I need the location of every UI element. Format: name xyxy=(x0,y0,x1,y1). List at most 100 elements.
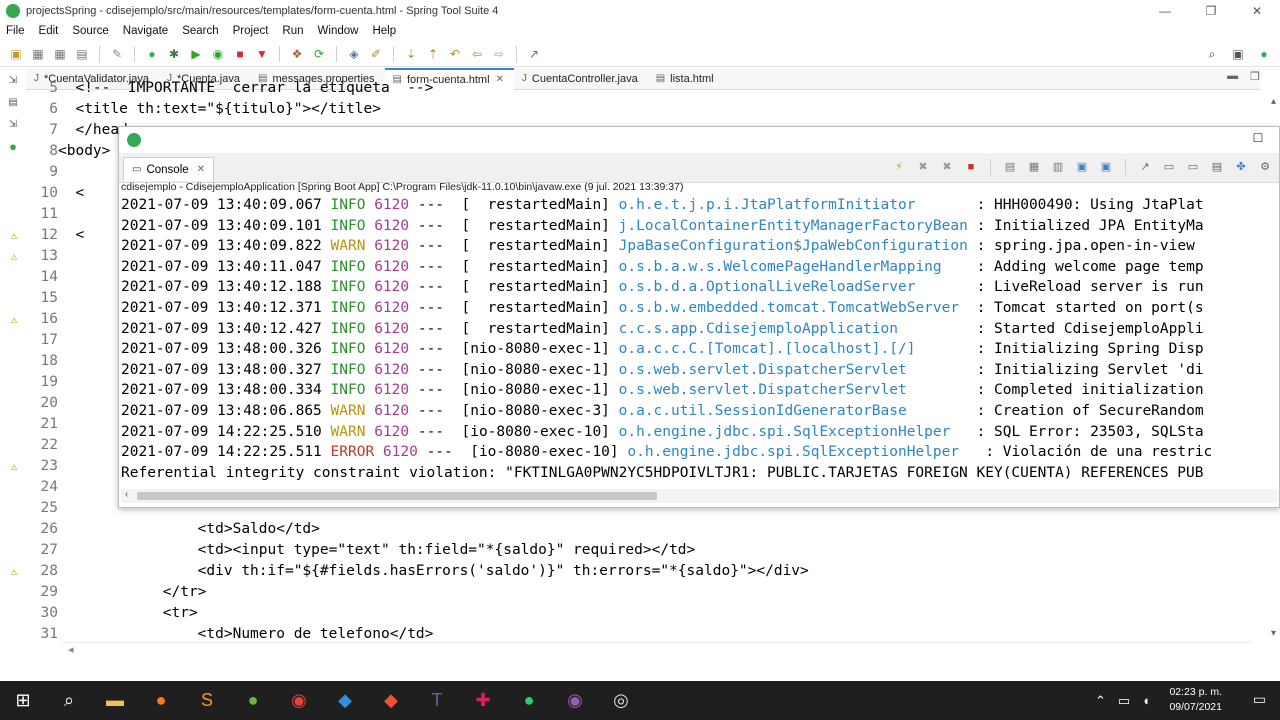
tab-cuentacontroller[interactable]: J CuentaController.java xyxy=(514,68,648,90)
code-line[interactable]: 24 xyxy=(26,477,58,498)
code-line[interactable]: 6 <title th:text="${titulo}"></title> xyxy=(26,99,381,120)
scroll-lock-icon[interactable]: ▦ xyxy=(1026,159,1042,175)
prev-annotation-icon[interactable]: ⇡ xyxy=(425,46,441,62)
pin-console-icon[interactable]: ↗ xyxy=(1137,159,1153,175)
show-hidden-icons-icon[interactable]: ⌃ xyxy=(1095,693,1106,709)
slack-icon[interactable]: ✚ xyxy=(460,681,506,720)
task-list-icon[interactable]: ⇲ xyxy=(5,117,21,133)
code-line[interactable]: 15 xyxy=(26,288,58,309)
scroll-down-icon[interactable]: ▾ xyxy=(1271,628,1276,639)
code-line[interactable]: 16 ⚠ xyxy=(11,309,58,330)
system-clock[interactable]: 02:23 p. m. 09/07/2021 xyxy=(1169,685,1222,715)
network-icon[interactable]: ▭ xyxy=(1118,693,1130,709)
word-wrap-icon[interactable]: ▥ xyxy=(1050,159,1066,175)
tab-console[interactable]: ▭ Console ✕ xyxy=(123,157,215,181)
search-icon[interactable]: ⌕ xyxy=(1204,46,1220,62)
close-tab-icon[interactable]: ✕ xyxy=(496,74,504,85)
pin-editor-icon[interactable]: ↗ xyxy=(526,46,542,62)
maximize-console-button[interactable]: ☐ xyxy=(1251,131,1265,145)
minimize-editor-icon[interactable]: ▬ xyxy=(1227,70,1238,83)
menu-window[interactable]: Window xyxy=(318,25,359,37)
editor-horizontal-scrollbar[interactable]: ◂ xyxy=(62,642,1252,656)
spring-perspective-icon[interactable]: ● xyxy=(1256,46,1272,62)
boot-dashboard-icon[interactable]: ● xyxy=(5,139,21,155)
spring-boot-icon[interactable]: ● xyxy=(144,46,160,62)
maximize-editor-icon[interactable]: ❐ xyxy=(1250,70,1260,83)
show-stderr-icon[interactable]: ▣ xyxy=(1098,159,1114,175)
new-project-icon[interactable]: ❖ xyxy=(289,46,305,62)
relaunch-icon[interactable]: ⚡ xyxy=(891,159,907,175)
perspective-icon[interactable]: ▣ xyxy=(1230,46,1246,62)
menu-help[interactable]: Help xyxy=(372,25,396,37)
new-icon[interactable]: ▣ xyxy=(8,46,24,62)
scroll-left-icon[interactable]: ◂ xyxy=(68,643,74,656)
windows-start-icon[interactable]: ⊞ xyxy=(0,681,46,720)
remove-launch-icon[interactable]: ✖ xyxy=(915,159,931,175)
code-line[interactable]: 19 xyxy=(26,372,58,393)
maximize-button[interactable]: ❐ xyxy=(1188,0,1234,22)
close-button[interactable]: ✕ xyxy=(1234,0,1280,22)
remove-all-terminated-icon[interactable]: ✖ xyxy=(939,159,955,175)
save-all-icon[interactable]: ▦ xyxy=(52,46,68,62)
tab-lista[interactable]: ▤ lista.html xyxy=(648,68,724,90)
view-menu-icon[interactable]: ▤ xyxy=(1209,159,1225,175)
menu-edit[interactable]: Edit xyxy=(39,25,59,37)
code-line[interactable]: 18 xyxy=(26,351,58,372)
search-icon[interactable]: ⌕ xyxy=(46,681,92,720)
refresh-icon[interactable]: ⟳ xyxy=(311,46,327,62)
console-output[interactable]: 2021-07-09 13:40:09.067 INFO 6120 --- [ … xyxy=(121,195,1277,487)
clear-console-icon[interactable]: ▤ xyxy=(1002,159,1018,175)
console-horizontal-scrollbar[interactable]: ‹ xyxy=(121,489,1277,503)
warning-marker-icon[interactable]: ⚠ xyxy=(4,225,24,246)
chrome-icon[interactable]: ◉ xyxy=(276,681,322,720)
code-line[interactable]: 25 xyxy=(26,498,58,519)
gear-icon[interactable]: ⚙ xyxy=(1257,159,1273,175)
code-line[interactable]: 17 xyxy=(26,330,58,351)
menu-project[interactable]: Project xyxy=(233,25,269,37)
obs-icon[interactable]: ◎ xyxy=(598,681,644,720)
code-line[interactable]: 11 xyxy=(26,204,58,225)
menu-navigate[interactable]: Navigate xyxy=(123,25,168,37)
package-explorer-icon[interactable]: ⇲ xyxy=(5,73,21,89)
show-stdout-icon[interactable]: ▣ xyxy=(1074,159,1090,175)
menu-source[interactable]: Source xyxy=(72,25,108,37)
coverage-icon[interactable]: ◉ xyxy=(210,46,226,62)
volume-icon[interactable]: ◖ xyxy=(1142,693,1150,708)
code-line[interactable]: 26 <td>Saldo</td> xyxy=(26,519,320,540)
scroll-up-icon[interactable]: ▴ xyxy=(1271,96,1276,107)
skip-breakpoints-icon[interactable]: ✎ xyxy=(109,46,125,62)
warning-marker-icon[interactable]: ⚠ xyxy=(4,309,24,330)
warning-marker-icon[interactable]: ⚠ xyxy=(4,456,24,477)
external-tools-icon[interactable]: ▼ xyxy=(254,46,270,62)
code-line[interactable]: 28 <div th:if="${#fields.hasErrors('sald… xyxy=(11,561,809,582)
print-icon[interactable]: ▤ xyxy=(74,46,90,62)
scroll-left-icon[interactable]: ‹ xyxy=(125,489,128,500)
stop-icon[interactable]: ■ xyxy=(232,46,248,62)
spring-tool-suite-icon[interactable]: ● xyxy=(230,681,276,720)
search-tool-icon[interactable]: ✐ xyxy=(368,46,384,62)
menu-run[interactable]: Run xyxy=(282,25,303,37)
code-line[interactable]: 12 < ⚠ xyxy=(11,225,85,246)
warning-marker-icon[interactable]: ⚠ xyxy=(4,561,24,582)
minimize-button[interactable]: — xyxy=(1142,0,1188,22)
code-line[interactable]: 9 xyxy=(26,162,58,183)
open-console-icon[interactable]: ▭ xyxy=(1185,159,1201,175)
notifications-icon[interactable]: ▭ xyxy=(1253,691,1266,708)
open-type-icon[interactable]: ◈ xyxy=(346,46,362,62)
code-line[interactable]: 27 <td><input type="text" th:field="*{sa… xyxy=(26,540,696,561)
vscode-icon[interactable]: ◆ xyxy=(322,681,368,720)
last-edit-icon[interactable]: ↶ xyxy=(447,46,463,62)
code-line[interactable]: 13 ⚠ xyxy=(11,246,58,267)
terminate-icon[interactable]: ■ xyxy=(963,159,979,175)
code-line[interactable]: 10 < xyxy=(26,183,85,204)
next-annotation-icon[interactable]: ⇣ xyxy=(403,46,419,62)
save-icon[interactable]: ▦ xyxy=(30,46,46,62)
github-icon[interactable]: ◉ xyxy=(552,681,598,720)
spring-console-icon[interactable]: ✤ xyxy=(1233,159,1249,175)
menu-search[interactable]: Search xyxy=(182,25,218,37)
code-line[interactable]: 8<body> xyxy=(26,141,110,162)
sublime-text-icon[interactable]: S xyxy=(184,681,230,720)
display-console-icon[interactable]: ▭ xyxy=(1161,159,1177,175)
code-line[interactable]: 30 <tr> xyxy=(26,603,198,624)
code-line[interactable]: 20 xyxy=(26,393,58,414)
